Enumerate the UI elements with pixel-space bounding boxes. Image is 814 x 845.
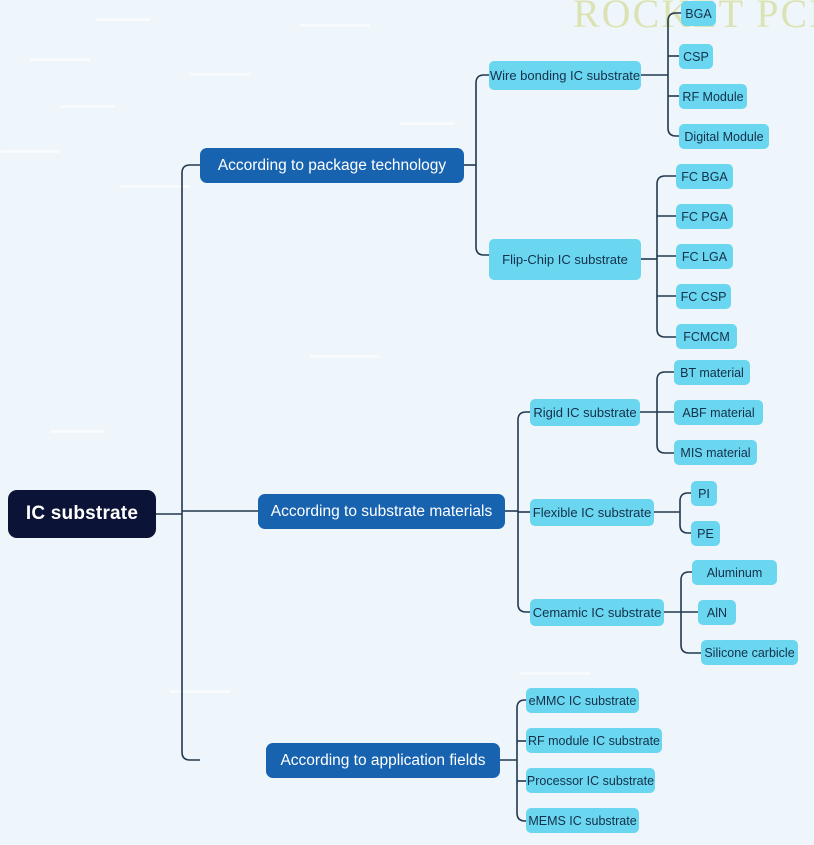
leaf-node-pe[interactable]: PE — [691, 521, 720, 546]
leaf-node-label: FCMCM — [683, 329, 730, 344]
leaf-node-emmc-ic-substrate[interactable]: eMMC IC substrate — [526, 688, 639, 713]
leaf-node-label: FC PGA — [681, 209, 728, 224]
leaf-node-label: RF module IC substrate — [528, 733, 660, 748]
leaf-node-aln[interactable]: AlN — [698, 600, 736, 625]
subbranch-node-label: Flip-Chip IC substrate — [502, 252, 628, 267]
leaf-node-bga[interactable]: BGA — [681, 1, 716, 26]
leaf-node-mems-ic-substrate[interactable]: MEMS IC substrate — [526, 808, 639, 833]
branch-node-package-technology[interactable]: According to package technology — [200, 148, 464, 183]
leaf-node-processor-ic-substrate[interactable]: Processor IC substrate — [526, 768, 655, 793]
leaf-node-label: Digital Module — [684, 129, 764, 144]
leaf-node-digital-module[interactable]: Digital Module — [679, 124, 769, 149]
leaf-node-label: MEMS IC substrate — [528, 813, 637, 828]
leaf-node-fc-csp[interactable]: FC CSP — [676, 284, 731, 309]
leaf-node-fc-pga[interactable]: FC PGA — [676, 204, 733, 229]
subbranch-node-wire-bonding[interactable]: Wire bonding IC substrate — [489, 61, 641, 90]
branch-node-label: According to application fields — [280, 751, 486, 769]
leaf-node-label: AlN — [706, 605, 728, 620]
leaf-node-csp[interactable]: CSP — [679, 44, 713, 69]
leaf-node-label: BT material — [680, 365, 744, 380]
leaf-node-pi[interactable]: PI — [691, 481, 717, 506]
leaf-node-silicone-carbicle[interactable]: Silicone carbicle — [701, 640, 798, 665]
leaf-node-label: RF Module — [682, 89, 744, 104]
branch-node-label: According to substrate materials — [270, 502, 493, 520]
subbranch-node-ceramic[interactable]: Cemamic IC substrate — [530, 599, 664, 626]
subbranch-node-label: Rigid IC substrate — [533, 405, 637, 420]
subbranch-node-label: Wire bonding IC substrate — [489, 68, 641, 83]
leaf-node-label: BGA — [685, 6, 712, 21]
leaf-node-label: FC BGA — [681, 169, 728, 184]
leaf-node-label: MIS material — [680, 445, 751, 460]
mindmap-canvas: ROCKET PCB — [0, 0, 814, 845]
branch-node-substrate-materials[interactable]: According to substrate materials — [258, 494, 505, 529]
subbranch-node-rigid[interactable]: Rigid IC substrate — [530, 399, 640, 426]
leaf-node-abf-material[interactable]: ABF material — [674, 400, 763, 425]
leaf-node-fc-lga[interactable]: FC LGA — [676, 244, 733, 269]
leaf-node-label: Aluminum — [706, 565, 763, 580]
subbranch-node-flip-chip[interactable]: Flip-Chip IC substrate — [489, 239, 641, 280]
subbranch-node-label: Flexible IC substrate — [532, 505, 652, 520]
leaf-node-label: CSP — [683, 49, 709, 64]
leaf-node-bt-material[interactable]: BT material — [674, 360, 750, 385]
leaf-node-label: Processor IC substrate — [526, 773, 655, 788]
leaf-node-label: Silicone carbicle — [704, 645, 795, 660]
leaf-node-label: ABF material — [682, 405, 755, 420]
branch-node-application-fields[interactable]: According to application fields — [266, 743, 500, 778]
leaf-node-label: PE — [697, 526, 714, 541]
leaf-node-label: FC CSP — [680, 289, 727, 304]
leaf-node-fc-bga[interactable]: FC BGA — [676, 164, 733, 189]
leaf-node-aluminum[interactable]: Aluminum — [692, 560, 777, 585]
leaf-node-label: PI — [698, 486, 710, 501]
leaf-node-label: FC LGA — [681, 249, 728, 264]
leaf-node-rf-module-ic-substrate[interactable]: RF module IC substrate — [526, 728, 662, 753]
leaf-node-mis-material[interactable]: MIS material — [674, 440, 757, 465]
subbranch-node-label: Cemamic IC substrate — [532, 605, 662, 620]
leaf-node-fcmcm[interactable]: FCMCM — [676, 324, 737, 349]
subbranch-node-flexible[interactable]: Flexible IC substrate — [530, 499, 654, 526]
leaf-node-rf-module[interactable]: RF Module — [679, 84, 747, 109]
leaf-node-label: eMMC IC substrate — [528, 693, 637, 708]
branch-node-label: According to package technology — [217, 156, 447, 174]
root-node-ic-substrate[interactable]: IC substrate — [8, 490, 156, 538]
root-node-label: IC substrate — [25, 503, 139, 524]
